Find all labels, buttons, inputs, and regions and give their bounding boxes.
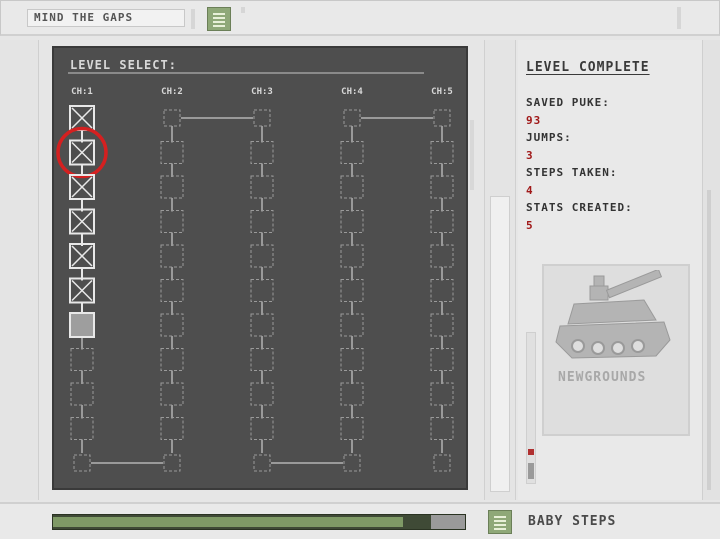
level-node[interactable]: [70, 348, 94, 371]
level-node[interactable]: [340, 175, 364, 199]
chapter-label: CH:1: [71, 87, 93, 97]
level-node[interactable]: [430, 417, 454, 440]
progress-fill: [53, 517, 404, 527]
level-complete-panel: LEVEL COMPLETE SAVED PUKE: 93 JUMPS: 3 S…: [518, 40, 702, 500]
chapter-label: CH:3: [251, 87, 273, 97]
level-node[interactable]: [160, 313, 184, 337]
level-node[interactable]: [253, 109, 271, 127]
scroll-thumb[interactable]: [528, 463, 534, 479]
level-node[interactable]: [160, 348, 184, 371]
progress-end-cap: [431, 515, 465, 529]
stat-value-saved-puke: 93: [526, 114, 542, 127]
side-slot: [490, 196, 510, 492]
chapter-label: CH:5: [431, 87, 453, 97]
level-node[interactable]: [430, 348, 454, 371]
level-node[interactable]: [70, 382, 94, 406]
level-node[interactable]: [250, 210, 274, 233]
divider: [677, 7, 681, 29]
stat-label-saved-puke: SAVED PUKE:: [526, 96, 610, 109]
completed-mark-icon: [71, 210, 93, 233]
level-node[interactable]: [340, 382, 364, 406]
stat-label-steps-taken: STEPS TAKEN:: [526, 166, 618, 179]
level-node[interactable]: [69, 312, 95, 338]
level-node[interactable]: [340, 348, 364, 371]
level-node[interactable]: [430, 382, 454, 406]
level-node[interactable]: [340, 279, 364, 302]
level-node[interactable]: [70, 417, 94, 440]
level-node[interactable]: [430, 210, 454, 233]
level-node[interactable]: [160, 175, 184, 199]
level-node[interactable]: [250, 348, 274, 371]
stat-label-jumps: JUMPS:: [526, 131, 572, 144]
divider: [241, 7, 245, 13]
level-progress-bar: [52, 514, 466, 530]
level-node[interactable]: [163, 109, 181, 127]
game-title: MIND THE GAPS: [27, 9, 185, 27]
level-node[interactable]: [160, 244, 184, 268]
level-node[interactable]: [73, 454, 91, 472]
level-node[interactable]: [340, 417, 364, 440]
level-node[interactable]: [340, 244, 364, 268]
current-level-name: BABY STEPS: [528, 514, 617, 529]
level-node[interactable]: [250, 313, 274, 337]
stat-label-stats-created: STATS CREATED:: [526, 201, 633, 214]
completed-mark-icon: [71, 176, 93, 198]
menu-grid-icon[interactable]: [488, 510, 512, 534]
stat-value-stats-created: 5: [526, 219, 534, 232]
level-node[interactable]: [250, 382, 274, 406]
level-node[interactable]: [340, 210, 364, 233]
level-complete-title: LEVEL COMPLETE: [526, 60, 650, 75]
stat-value-steps-taken: 4: [526, 184, 534, 197]
level-node[interactable]: [343, 454, 361, 472]
level-node[interactable]: [340, 141, 364, 164]
right-edge-rail: [702, 40, 720, 500]
completed-mark-icon: [71, 107, 93, 129]
divider: [191, 9, 195, 29]
bottom-bar: BABY STEPS: [0, 502, 720, 539]
completed-mark-icon: [71, 279, 93, 302]
level-node[interactable]: [340, 313, 364, 337]
level-node[interactable]: [160, 417, 184, 440]
level-node[interactable]: [430, 244, 454, 268]
level-map: CH:1 CH:2 CH:3 CH:4 CH:5: [56, 87, 454, 472]
level-scrollbar[interactable]: [470, 120, 474, 190]
level-node[interactable]: [160, 279, 184, 302]
stats-scrollbar[interactable]: [526, 332, 536, 484]
completed-mark-icon: [71, 141, 93, 164]
level-node[interactable]: [250, 141, 274, 164]
level-node[interactable]: [430, 279, 454, 302]
chapter-label: CH:4: [341, 87, 363, 97]
newgrounds-logo[interactable]: NEWGROUNDS: [542, 264, 690, 436]
left-rail: [0, 40, 39, 500]
top-bar: MIND THE GAPS: [0, 0, 720, 36]
level-node[interactable]: [160, 210, 184, 233]
newgrounds-logo-text: NEWGROUNDS: [558, 370, 647, 385]
level-node[interactable]: [250, 417, 274, 440]
level-node[interactable]: [253, 454, 271, 472]
tank-icon: [555, 270, 671, 359]
level-node[interactable]: [250, 279, 274, 302]
level-node[interactable]: [430, 313, 454, 337]
scroll-marker: [528, 449, 534, 455]
level-node[interactable]: [160, 382, 184, 406]
chapter-label: CH:2: [161, 87, 183, 97]
level-node[interactable]: [433, 454, 451, 472]
level-node[interactable]: [160, 141, 184, 164]
level-node[interactable]: [430, 141, 454, 164]
level-node[interactable]: [163, 454, 181, 472]
level-select-panel: LEVEL SELECT: CH:1 CH:2 CH:3 CH:4 CH:5: [52, 46, 468, 490]
level-node[interactable]: [343, 109, 361, 127]
menu-grid-icon[interactable]: [207, 7, 231, 31]
level-node[interactable]: [250, 175, 274, 199]
stat-value-jumps: 3: [526, 149, 534, 162]
level-node[interactable]: [430, 175, 454, 199]
level-node[interactable]: [433, 109, 451, 127]
level-node[interactable]: [250, 244, 274, 268]
completed-mark-icon: [71, 245, 93, 267]
